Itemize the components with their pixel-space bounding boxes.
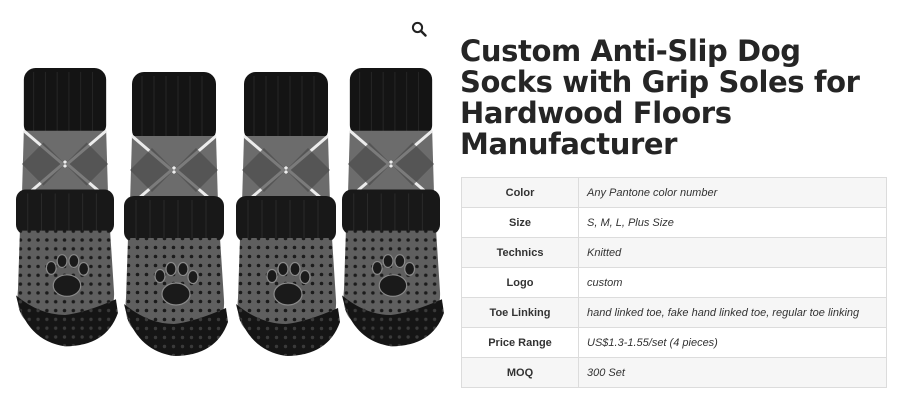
magnifier-icon [411, 21, 427, 37]
spec-value: custom [578, 267, 887, 298]
spec-label: Toe Linking [461, 297, 579, 328]
table-row: Size S, M, L, Plus Size [461, 207, 887, 238]
table-row: Technics Knitted [461, 237, 887, 268]
spec-value: US$1.3-1.55/set (4 pieces) [578, 327, 887, 358]
spec-label: Color [461, 177, 579, 208]
table-row: Toe Linking hand linked toe, fake hand l… [461, 297, 887, 328]
spec-table: Color Any Pantone color number Size S, M… [461, 177, 887, 388]
spec-value: Knitted [578, 237, 887, 268]
spec-value: 300 Set [578, 357, 887, 388]
table-row: Logo custom [461, 267, 887, 298]
table-row: Color Any Pantone color number [461, 177, 887, 208]
table-row: MOQ 300 Set [461, 357, 887, 388]
product-title: Custom Anti-Slip Dog Socks with Grip Sol… [460, 34, 860, 161]
spec-value: Any Pantone color number [578, 177, 887, 208]
product-image[interactable] [14, 60, 454, 380]
spec-value: hand linked toe, fake hand linked toe, r… [578, 297, 887, 328]
spec-label: MOQ [461, 357, 579, 388]
spec-value: S, M, L, Plus Size [578, 207, 887, 238]
table-row: Price Range US$1.3-1.55/set (4 pieces) [461, 327, 887, 358]
spec-label: Technics [461, 237, 579, 268]
zoom-button[interactable] [406, 16, 432, 42]
spec-label: Price Range [461, 327, 579, 358]
spec-label: Size [461, 207, 579, 238]
spec-label: Logo [461, 267, 579, 298]
